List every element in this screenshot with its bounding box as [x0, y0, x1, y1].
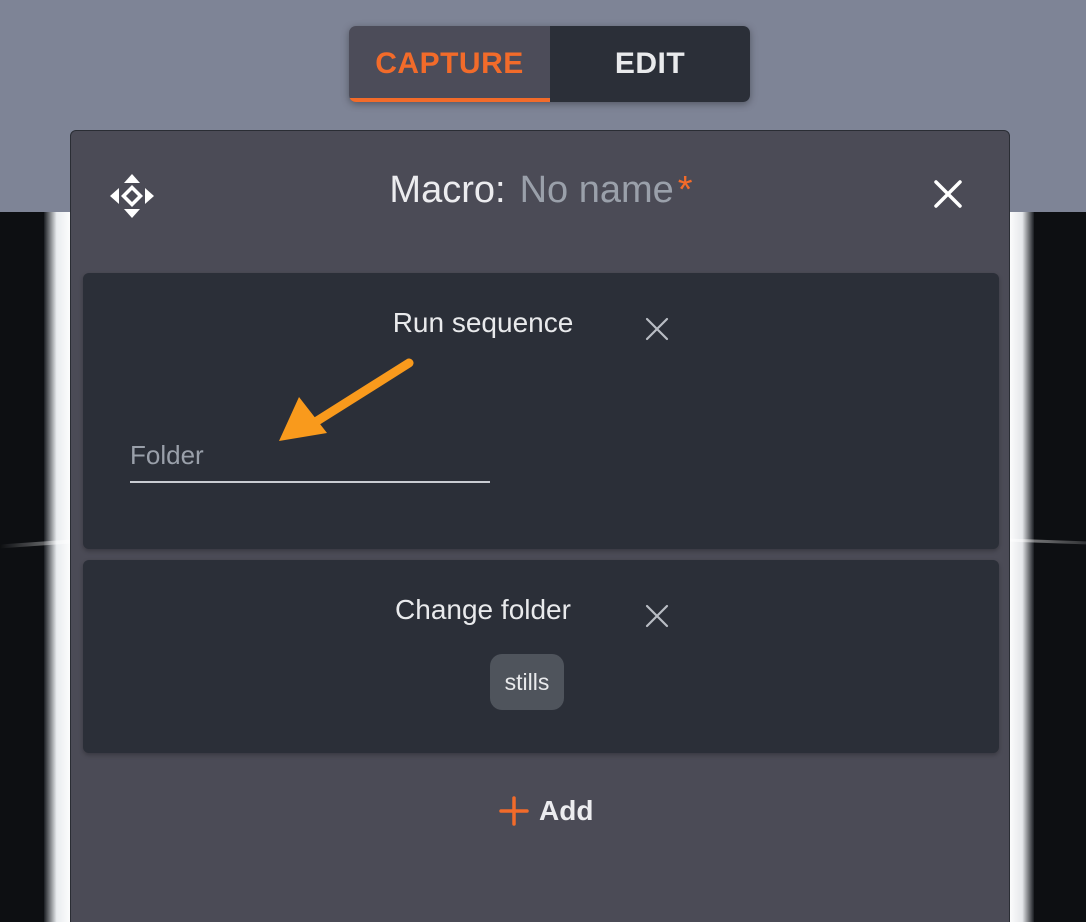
macro-name[interactable]: No name [520, 169, 674, 211]
close-icon[interactable] [931, 177, 965, 211]
macro-panel: Macro: No name* Run sequence Change folde… [70, 130, 1010, 922]
background-light-strip-left [44, 212, 72, 922]
action-card-change-folder: Change folder stills [83, 560, 999, 753]
tab-edit[interactable]: EDIT [550, 26, 750, 102]
unsaved-marker: * [677, 169, 693, 211]
action-title: Change folder [395, 594, 571, 625]
add-label: Add [539, 795, 594, 826]
action-title: Run sequence [392, 307, 574, 338]
remove-icon[interactable] [645, 604, 669, 628]
tab-capture[interactable]: CAPTURE [349, 26, 550, 102]
plus-icon [499, 796, 529, 826]
macro-title: Macro: No name * [71, 169, 1011, 212]
folder-chip[interactable]: stills [490, 654, 564, 710]
mode-toggle: CAPTURE EDIT [349, 26, 750, 102]
background-light-strip-right [1008, 212, 1034, 922]
remove-icon[interactable] [645, 317, 669, 341]
add-action-button[interactable]: Add [499, 791, 593, 831]
macro-title-label: Macro: [389, 169, 506, 211]
folder-field[interactable] [130, 423, 490, 483]
action-card-run-sequence: Run sequence [83, 273, 999, 549]
